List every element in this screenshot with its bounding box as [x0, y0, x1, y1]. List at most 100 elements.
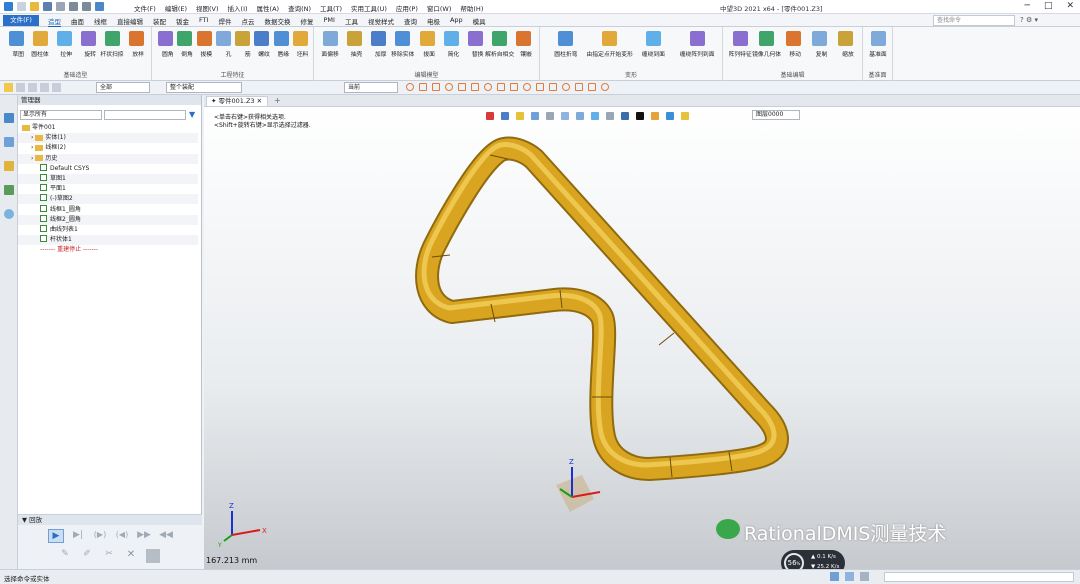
ribbon-tab[interactable]: 点云	[242, 16, 255, 27]
visibility-checkbox[interactable]	[40, 235, 47, 243]
edit-icon[interactable]: ✐	[80, 549, 94, 563]
ribbon-button[interactable]: 镜像几何体	[752, 31, 781, 58]
ribbon-button[interactable]: 解析自相交	[485, 31, 514, 58]
menu-item[interactable]: 查询(N)	[288, 3, 311, 13]
tree-item[interactable]: ------- 重建停止 -------	[18, 245, 198, 255]
close-icon[interactable]: ✕	[1066, 1, 1074, 11]
display-icon[interactable]	[830, 572, 839, 581]
snap-tool-icon[interactable]	[458, 83, 466, 91]
snap-tool-icon[interactable]	[562, 83, 570, 91]
backward-icon[interactable]: (◀)	[114, 529, 130, 543]
filter-icon[interactable]: ▼	[189, 110, 198, 120]
visibility-checkbox[interactable]	[40, 194, 47, 202]
ribbon-button[interactable]: 唇缘	[273, 31, 289, 58]
ribbon-tab[interactable]: FTI	[199, 16, 209, 27]
tree-item[interactable]: › 历史	[18, 153, 198, 164]
ribbon-button[interactable]: 面偏移	[321, 31, 339, 58]
ribbon-tab[interactable]: 装配	[153, 16, 166, 27]
minimize-icon[interactable]: ─	[1025, 1, 1030, 11]
visibility-checkbox[interactable]	[40, 184, 47, 192]
ribbon-button[interactable]: 筋	[235, 31, 251, 58]
ribbon-button[interactable]: 阵列特征	[729, 31, 752, 58]
ribbon-button[interactable]: 抽壳	[346, 31, 362, 58]
document-tab[interactable]: ✦ 零件001.Z3 ✕	[206, 96, 268, 107]
ribbon-button[interactable]: 缠绕到面	[642, 31, 665, 58]
ribbon-button[interactable]: 拔模	[196, 31, 212, 58]
ribbon-button[interactable]: 拔面	[419, 31, 435, 58]
tree-item[interactable]: (-)草图2	[18, 194, 198, 205]
ribbon-tab[interactable]: 焊件	[219, 16, 232, 27]
menu-item[interactable]: 工具(T)	[320, 3, 342, 13]
ribbon-button[interactable]: 坯料	[292, 31, 308, 58]
visibility-checkbox[interactable]	[40, 214, 47, 222]
ribbon-button[interactable]: 移动	[785, 31, 801, 58]
snap-tool-icon[interactable]	[497, 83, 505, 91]
ribbon-tab[interactable]: 模具	[473, 16, 486, 27]
snap-tool-icon[interactable]	[510, 83, 518, 91]
tree-item[interactable]: 杆状体1	[18, 235, 198, 246]
ribbon-button[interactable]: 圆柱折弯	[554, 31, 577, 58]
window-icon[interactable]	[860, 572, 869, 581]
delete-icon[interactable]: ✕	[124, 549, 138, 563]
tree-item[interactable]: 平面1	[18, 184, 198, 194]
layer-manager-icon[interactable]	[3, 185, 14, 195]
tree-item[interactable]: 草图1	[18, 174, 198, 184]
file-menu-button[interactable]: 文件(F)	[3, 15, 39, 26]
user-icon[interactable]	[3, 209, 14, 219]
menu-item[interactable]: 视图(V)	[196, 3, 219, 13]
save-icon[interactable]	[43, 2, 52, 11]
open-folder-icon[interactable]	[30, 2, 39, 11]
rewind-icon[interactable]: ◀◀	[158, 529, 174, 543]
visibility-checkbox[interactable]	[40, 225, 47, 232]
snap-tool-icon[interactable]	[484, 83, 492, 91]
menu-item[interactable]: 编辑(E)	[165, 3, 187, 13]
ribbon-button[interactable]: 缩放	[838, 31, 854, 58]
fast-forward-icon[interactable]: ▶▶	[136, 529, 152, 543]
ribbon-tab[interactable]: 造型	[48, 16, 61, 27]
ribbon-tab[interactable]: 修复	[301, 16, 314, 27]
orientation-combo[interactable]: 当前	[344, 82, 398, 93]
tree-search-input[interactable]	[104, 110, 186, 120]
view-mode-select[interactable]: 显示所有	[20, 110, 102, 120]
ribbon-button[interactable]: 简化	[443, 31, 459, 58]
ribbon-button[interactable]: 放样	[128, 31, 144, 58]
ribbon-tab[interactable]: 钣金	[176, 16, 189, 27]
scope-combo[interactable]: 整个装配	[166, 82, 242, 93]
snap-tool-icon[interactable]	[588, 83, 596, 91]
visibility-checkbox[interactable]	[40, 163, 47, 171]
undo-icon[interactable]	[69, 2, 78, 11]
tree-item[interactable]: 线框2_圆角	[18, 214, 198, 225]
ribbon-button[interactable]: 加厚	[371, 31, 387, 58]
command-input[interactable]	[884, 572, 1074, 582]
visibility-checkbox[interactable]	[40, 204, 47, 212]
tree-item[interactable]: 零件001	[18, 123, 198, 133]
snap-tool-icon[interactable]	[406, 83, 414, 91]
ribbon-button[interactable]: 替换	[467, 31, 483, 58]
snap-tool-icon[interactable]	[549, 83, 557, 91]
ribbon-button[interactable]: 杆状扫掠	[100, 31, 124, 58]
menu-item[interactable]: 插入(I)	[228, 3, 248, 13]
new-tab-icon[interactable]: +	[274, 96, 281, 105]
menu-item[interactable]: 文件(F)	[134, 3, 156, 13]
snap-tool-icon[interactable]	[523, 83, 531, 91]
tree-item[interactable]: 曲线列表1	[18, 225, 198, 235]
ribbon-button[interactable]: 复制	[811, 31, 827, 58]
assembly-manager-icon[interactable]	[3, 137, 14, 147]
filter-combo[interactable]: 全部	[96, 82, 150, 93]
ribbon-tab[interactable]: 视觉样式	[368, 16, 394, 27]
ribbon-button[interactable]: 移除实体	[391, 31, 414, 58]
ribbon-tab[interactable]: PMI	[324, 16, 335, 27]
options-icon[interactable]	[146, 549, 160, 563]
ribbon-tab[interactable]: App	[450, 16, 463, 27]
pick-lasso-icon[interactable]	[40, 83, 49, 92]
ribbon-button[interactable]: 孔	[215, 31, 231, 58]
pencil-icon[interactable]: ✎	[58, 549, 72, 563]
snap-tool-icon[interactable]	[432, 83, 440, 91]
ribbon-tab[interactable]: 电极	[427, 16, 440, 27]
command-search-input[interactable]: 查找命令	[933, 15, 1015, 26]
ribbon-button[interactable]: 圆角	[158, 31, 174, 58]
forward-icon[interactable]: (▶)	[92, 529, 108, 543]
step-forward-icon[interactable]: ▶|	[70, 529, 86, 543]
ribbon-tab[interactable]: 数据交换	[265, 16, 291, 27]
select-icon[interactable]	[95, 2, 104, 11]
